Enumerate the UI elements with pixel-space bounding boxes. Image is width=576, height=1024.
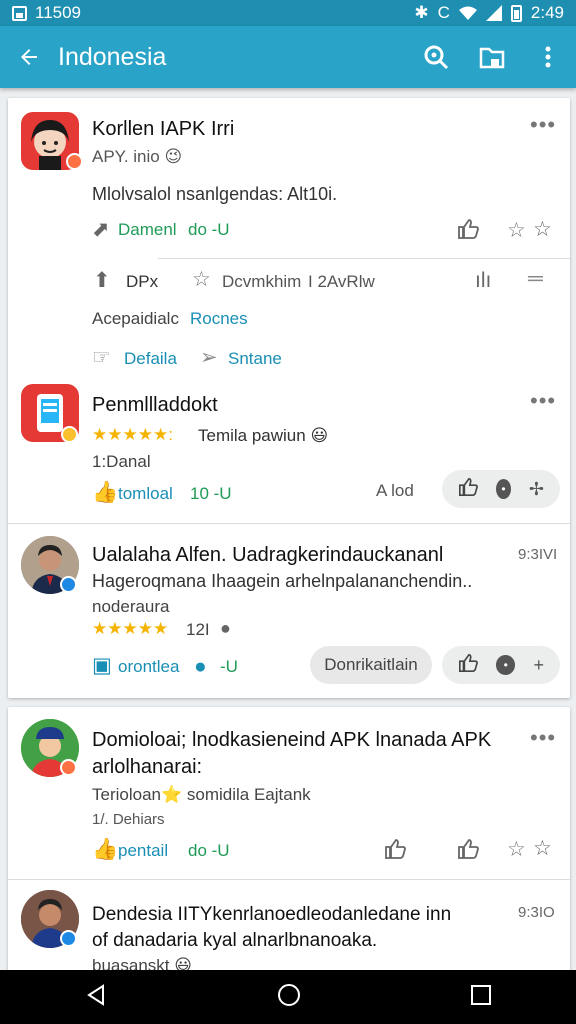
item-title: Penmllladdokt [92,394,218,416]
item-line: Hageroqmana Ihaagein arhelnpalananchendi… [92,571,473,591]
feed-item[interactable]: Dendesia IITYkenrlanoedleodanledane inn … [8,880,570,977]
star-green-icon[interactable]: ☆ [533,219,552,240]
home-circle-icon[interactable] [277,983,301,1012]
back-arrow-icon[interactable] [0,26,58,88]
feed-item[interactable]: Korllen IAPK Irri APY. inio 😉 ••• Mlolvs… [8,98,570,378]
download-label[interactable]: orontlea [118,657,179,677]
thumbs-up-icon[interactable] [458,477,478,502]
more-horiz-icon[interactable]: ••• [530,112,556,138]
item-title: Ualalaha Alfen. Uadragkerindauckananl [92,544,444,566]
send-label[interactable]: Sntane [228,349,282,369]
item-subtitle: APY. inio 😉 [92,147,183,166]
badge-icon [66,153,83,170]
rating-count: 12I [186,620,210,639]
thumbs-up-icon[interactable] [384,838,406,864]
download-count: do -U [188,220,230,239]
divider [158,258,570,259]
feed-card: Korllen IAPK Irri APY. inio 😉 ••• Mlolvs… [8,98,570,698]
thumbs-up-icon[interactable]: 👍 [92,482,118,503]
info-circle-icon[interactable]: ● [194,656,207,677]
check-circle-icon: ● [220,618,231,638]
folder-icon[interactable] [464,26,520,88]
item-title-cont: arlolhanarai: [92,756,203,778]
star-rating-icon: ★★★★★ [92,619,169,638]
pin-icon[interactable]: ✢ [529,479,544,500]
verified-badge-icon [60,930,77,947]
more-horiz-icon[interactable]: ••• [530,725,556,751]
bluetooth-icon: ✱ [414,3,429,22]
hand-point-icon[interactable]: ☞ [92,347,111,368]
page-title: Indonesia [58,42,167,71]
battery-icon [510,4,522,22]
download-button[interactable]: Donrikaitlain [310,646,432,684]
rank-label: I 2AvRlw [308,272,375,291]
thumbs-up-icon[interactable] [457,218,479,244]
star-label[interactable]: Dcvmkhim [222,272,301,292]
item-time: 9:3IO [518,904,555,921]
item-title: Domioloai; lnodkasieneind APK lnanada AP… [92,729,492,751]
send-icon[interactable]: ➢ [200,347,218,368]
item-description: Mlolvsalol nsanlgendas: Alt10i. [92,184,338,204]
feed-item[interactable]: Ualalaha Alfen. Uadragkerindauckananl 9:… [8,524,570,698]
reaction-pill[interactable]: • ✢ [442,470,560,508]
feed-item[interactable]: Penmllladdokt ••• ★★★★★: Temila pawiun 😃… [8,378,570,520]
item-line: noderaura [92,597,170,616]
calendar-icon[interactable]: ▣ [92,655,112,676]
download-label[interactable]: pentail [118,841,168,861]
status-bar: 11509 ✱ C 2:49 [0,0,576,26]
download-label[interactable]: tomloal [118,484,173,504]
download-count: -U [220,657,238,676]
rating-text: Temila pawiun 😃 [198,426,329,445]
item-title: Dendesia IITYkenrlanoedleodanledane inn [92,904,452,925]
verified-badge-icon [60,576,77,593]
status-time-left: 11509 [35,3,82,22]
share-icon[interactable]: ⬆ [93,270,111,291]
feed-card: Domioloai; lnodkasieneind APK lnanada AP… [8,707,570,977]
thumbs-up-icon[interactable] [457,838,479,864]
item-title-cont: of danadaria kyal alnarlbnanoaka. [92,930,378,951]
thumbs-up-icon[interactable] [458,653,478,678]
sync-icon: C [437,3,450,22]
details-label[interactable]: Defaila [124,349,177,369]
minus-icon[interactable]: ═ [528,268,543,289]
download-count: 10 -U [190,484,232,503]
item-meta: 1/. Dehiars [92,811,165,828]
download-count: do -U [188,841,230,860]
image-icon [12,5,27,21]
star-rating-icon: ★★★★★: [92,425,173,444]
more-horiz-icon[interactable]: ••• [530,388,556,414]
star-outline-icon[interactable]: ☆ [192,269,211,290]
app-bar: Indonesia [0,26,576,88]
download-arrow-icon[interactable]: ⬈ [92,219,110,240]
comment-link[interactable]: Rocnes [190,309,248,329]
badge-icon [61,426,78,443]
star-outline-icon[interactable]: ☆ [507,839,526,860]
item-title: Korllen IAPK Irri [92,118,235,140]
more-vert-icon[interactable] [520,26,576,88]
bar-chart-icon[interactable]: ılı [475,270,491,291]
badge-icon [60,759,77,776]
signal-icon [485,5,502,21]
thumbs-up-icon[interactable]: 👍 [92,839,118,860]
side-label: A lod [376,481,414,500]
item-time: 9:3IVI [518,546,558,563]
comment-icon[interactable]: • [496,655,516,675]
back-triangle-icon[interactable] [85,983,107,1011]
recents-square-icon[interactable] [471,984,491,1010]
item-meta: 1:Danal [92,452,151,471]
reaction-pill[interactable]: • + [442,646,560,684]
comment-icon[interactable]: • [496,479,511,499]
wifi-icon [458,6,477,20]
search-icon[interactable] [408,26,464,88]
feed-item[interactable]: Domioloai; lnodkasieneind APK lnanada AP… [8,707,570,879]
share-label[interactable]: DPx [126,272,158,292]
star-green-icon[interactable]: ☆ [533,838,552,859]
download-label[interactable]: Damenl [118,220,177,240]
system-nav-bar [0,970,576,1024]
item-subtitle: Terioloan⭐ somidila Eajtank [92,785,311,804]
comment-line: Acepaidialc [92,309,179,328]
plus-icon[interactable]: + [533,655,544,676]
star-outline-icon[interactable]: ☆ [507,220,526,241]
status-time-right: 2:49 [530,3,564,22]
